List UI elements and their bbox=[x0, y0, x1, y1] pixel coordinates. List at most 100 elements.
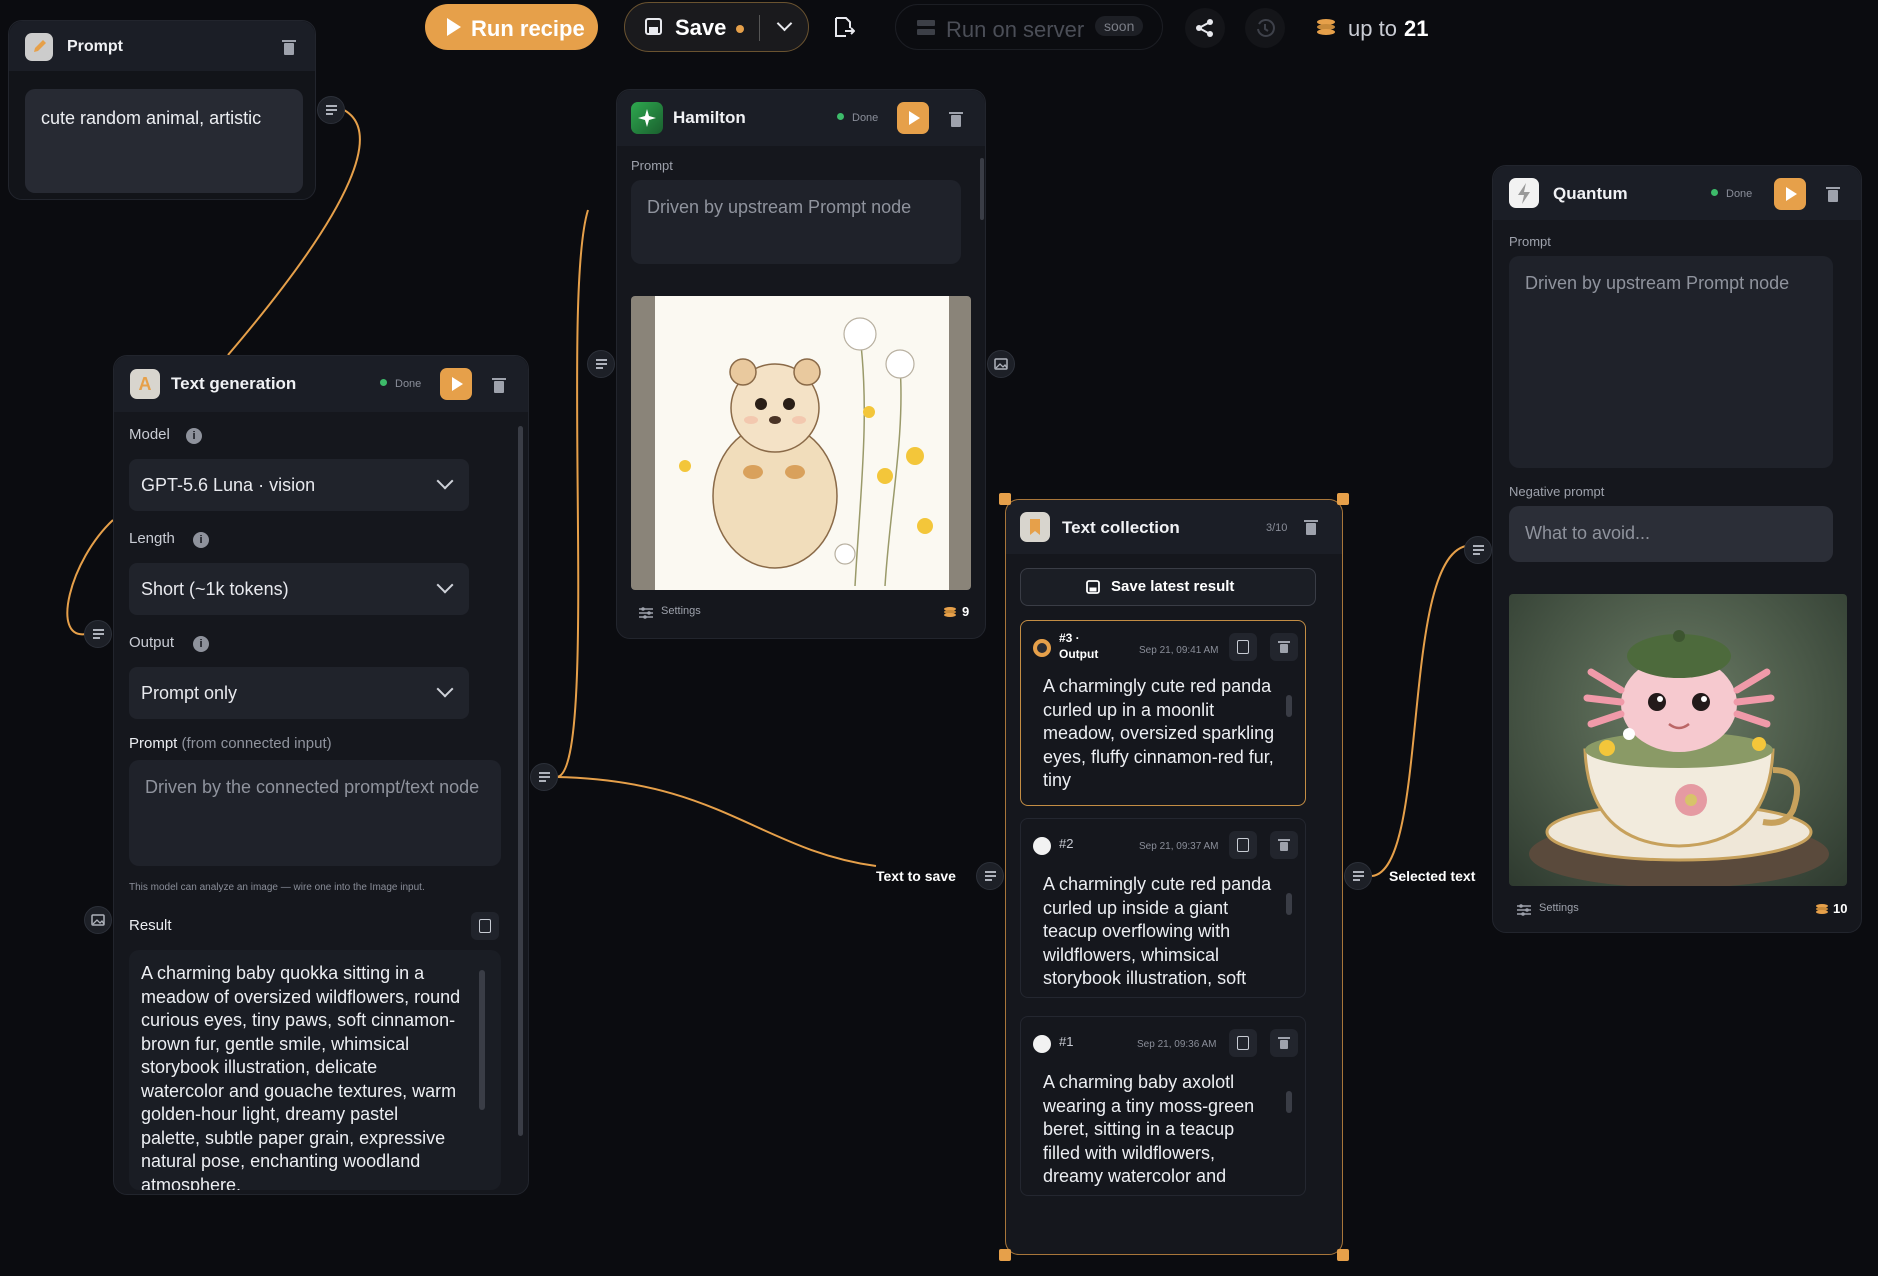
text-collection-node[interactable]: Text collection 3/10 Save latest result … bbox=[1005, 499, 1343, 1255]
result-scrollbar[interactable] bbox=[479, 970, 485, 1110]
trash-icon[interactable] bbox=[491, 376, 507, 394]
prompt-output-port[interactable] bbox=[317, 96, 345, 124]
item-scrollbar[interactable] bbox=[1286, 1091, 1292, 1113]
collection-input-port[interactable] bbox=[976, 862, 1004, 890]
chevron-down-icon bbox=[436, 576, 454, 594]
text-gen-image-input-port[interactable] bbox=[84, 906, 112, 934]
output-select[interactable]: Prompt only bbox=[129, 667, 469, 719]
copy-item-button[interactable] bbox=[1229, 831, 1257, 859]
info-icon[interactable]: i bbox=[193, 532, 209, 548]
prompt-placeholder: Driven by the connected prompt/text node bbox=[145, 777, 480, 797]
generated-image[interactable] bbox=[631, 296, 971, 590]
sliders-icon[interactable] bbox=[639, 607, 653, 619]
quantum-header[interactable]: Quantum Done bbox=[1493, 166, 1861, 220]
negative-prompt-input[interactable]: What to avoid... bbox=[1509, 506, 1833, 562]
output-tag: Output bbox=[1059, 647, 1099, 661]
share-button[interactable] bbox=[1185, 8, 1225, 48]
copy-result-button[interactable] bbox=[471, 912, 499, 940]
image-icon bbox=[994, 358, 1008, 370]
delete-item-button[interactable] bbox=[1270, 1029, 1298, 1057]
prompt-input[interactable]: Driven by upstream Prompt node bbox=[631, 180, 961, 264]
run-recipe-button[interactable]: Run recipe bbox=[425, 4, 598, 50]
model-label: Model bbox=[129, 426, 170, 443]
info-icon[interactable]: i bbox=[193, 636, 209, 652]
item-radio[interactable] bbox=[1033, 837, 1051, 855]
generated-image[interactable] bbox=[1509, 594, 1847, 886]
copy-icon bbox=[1237, 838, 1249, 852]
info-icon[interactable]: i bbox=[186, 428, 202, 444]
settings-link[interactable]: Settings bbox=[1539, 902, 1579, 914]
soon-badge: soon bbox=[1095, 16, 1144, 36]
trash-icon[interactable] bbox=[948, 110, 964, 128]
vision-note: This model can analyze an image — wire o… bbox=[129, 882, 425, 893]
result-label: Result bbox=[129, 917, 172, 934]
node-scrollbar[interactable] bbox=[980, 158, 984, 220]
item-scrollbar[interactable] bbox=[1286, 893, 1292, 915]
item-radio[interactable] bbox=[1033, 1035, 1051, 1053]
delete-item-button[interactable] bbox=[1270, 831, 1298, 859]
save-options-dropdown[interactable] bbox=[760, 3, 810, 51]
prompt-input[interactable]: Driven by the connected prompt/text node bbox=[129, 760, 501, 866]
hamilton-node[interactable]: Hamilton Done Prompt Driven by upstream … bbox=[616, 89, 986, 639]
trash-icon[interactable] bbox=[281, 38, 297, 56]
collection-item[interactable]: #1 Sep 21, 09:36 AM A charming baby axol… bbox=[1020, 1016, 1306, 1196]
length-label: Length bbox=[129, 530, 175, 547]
trash-icon bbox=[1278, 1037, 1290, 1049]
credits-prefix: up to bbox=[1348, 16, 1397, 41]
collection-output-port[interactable] bbox=[1344, 862, 1372, 890]
node-scrollbar[interactable] bbox=[518, 426, 523, 1136]
length-select[interactable]: Short (~1k tokens) bbox=[129, 563, 469, 615]
export-button[interactable] bbox=[826, 8, 862, 44]
run-on-server-label: Run on server bbox=[946, 17, 1085, 42]
status-badge: Done bbox=[380, 378, 421, 390]
copy-icon bbox=[479, 919, 491, 933]
prompt-node[interactable]: Prompt cute random animal, artistic bbox=[8, 20, 316, 200]
copy-item-button[interactable] bbox=[1229, 633, 1257, 661]
text-generation-node[interactable]: A Text generation Done Model i GPT-5.6 L… bbox=[113, 355, 529, 1195]
trash-icon[interactable] bbox=[1303, 518, 1319, 536]
resize-handle[interactable] bbox=[1337, 1249, 1349, 1261]
prompt-textarea[interactable]: cute random animal, artistic bbox=[25, 89, 303, 193]
text-gen-output-port[interactable] bbox=[530, 763, 558, 791]
sliders-icon[interactable] bbox=[1517, 904, 1531, 916]
text-collection-header[interactable]: Text collection 3/10 bbox=[1006, 500, 1342, 554]
save-latest-result-button[interactable]: Save latest result bbox=[1020, 568, 1316, 606]
resize-handle[interactable] bbox=[999, 1249, 1011, 1261]
resize-handle[interactable] bbox=[1337, 493, 1349, 505]
run-node-button[interactable] bbox=[440, 368, 472, 400]
copy-item-button[interactable] bbox=[1229, 1029, 1257, 1057]
save-button[interactable]: Save bbox=[625, 3, 759, 51]
prompt-input[interactable]: Driven by upstream Prompt node bbox=[1509, 256, 1833, 468]
node-title: Text generation bbox=[171, 374, 297, 393]
floppy-icon bbox=[645, 18, 662, 35]
run-node-button[interactable] bbox=[1774, 178, 1806, 210]
resize-handle[interactable] bbox=[999, 493, 1011, 505]
item-text: A charmingly cute red panda curled up in… bbox=[1043, 874, 1272, 988]
collection-item[interactable]: #2 Sep 21, 09:37 AM A charmingly cute re… bbox=[1020, 818, 1306, 998]
prompt-node-header[interactable]: Prompt bbox=[9, 21, 315, 71]
node-title: Hamilton bbox=[673, 108, 746, 127]
server-icon bbox=[917, 20, 935, 35]
trash-icon[interactable] bbox=[1825, 185, 1841, 203]
text-gen-input-port[interactable] bbox=[84, 620, 112, 648]
item-radio[interactable] bbox=[1033, 639, 1051, 657]
history-button[interactable] bbox=[1245, 8, 1285, 48]
hamilton-input-port[interactable] bbox=[587, 350, 615, 378]
result-textarea[interactable]: A charming baby quokka sitting in a mead… bbox=[129, 950, 501, 1190]
delete-item-button[interactable] bbox=[1270, 633, 1298, 661]
model-select[interactable]: GPT-5.6 Luna · vision bbox=[129, 459, 469, 511]
item-scrollbar[interactable] bbox=[1286, 695, 1292, 717]
quantum-node[interactable]: Quantum Done Prompt Driven by upstream P… bbox=[1492, 165, 1862, 933]
run-on-server-button[interactable]: Run on server soon bbox=[895, 4, 1163, 50]
prompt-label: Prompt (from connected input) bbox=[129, 735, 332, 752]
collection-item[interactable]: #3 · Output Sep 21, 09:41 AM A charmingl… bbox=[1020, 620, 1306, 806]
hamilton-header[interactable]: Hamilton Done bbox=[617, 90, 985, 146]
text-generation-header[interactable]: A Text generation Done bbox=[114, 356, 528, 412]
trash-icon bbox=[1278, 641, 1290, 653]
credits-indicator: up to 21 bbox=[1303, 4, 1443, 50]
node-title: Text collection bbox=[1062, 518, 1180, 537]
run-node-button[interactable] bbox=[897, 102, 929, 134]
quantum-input-port[interactable] bbox=[1464, 536, 1492, 564]
hamilton-image-output-port[interactable] bbox=[987, 350, 1015, 378]
settings-link[interactable]: Settings bbox=[661, 605, 701, 617]
